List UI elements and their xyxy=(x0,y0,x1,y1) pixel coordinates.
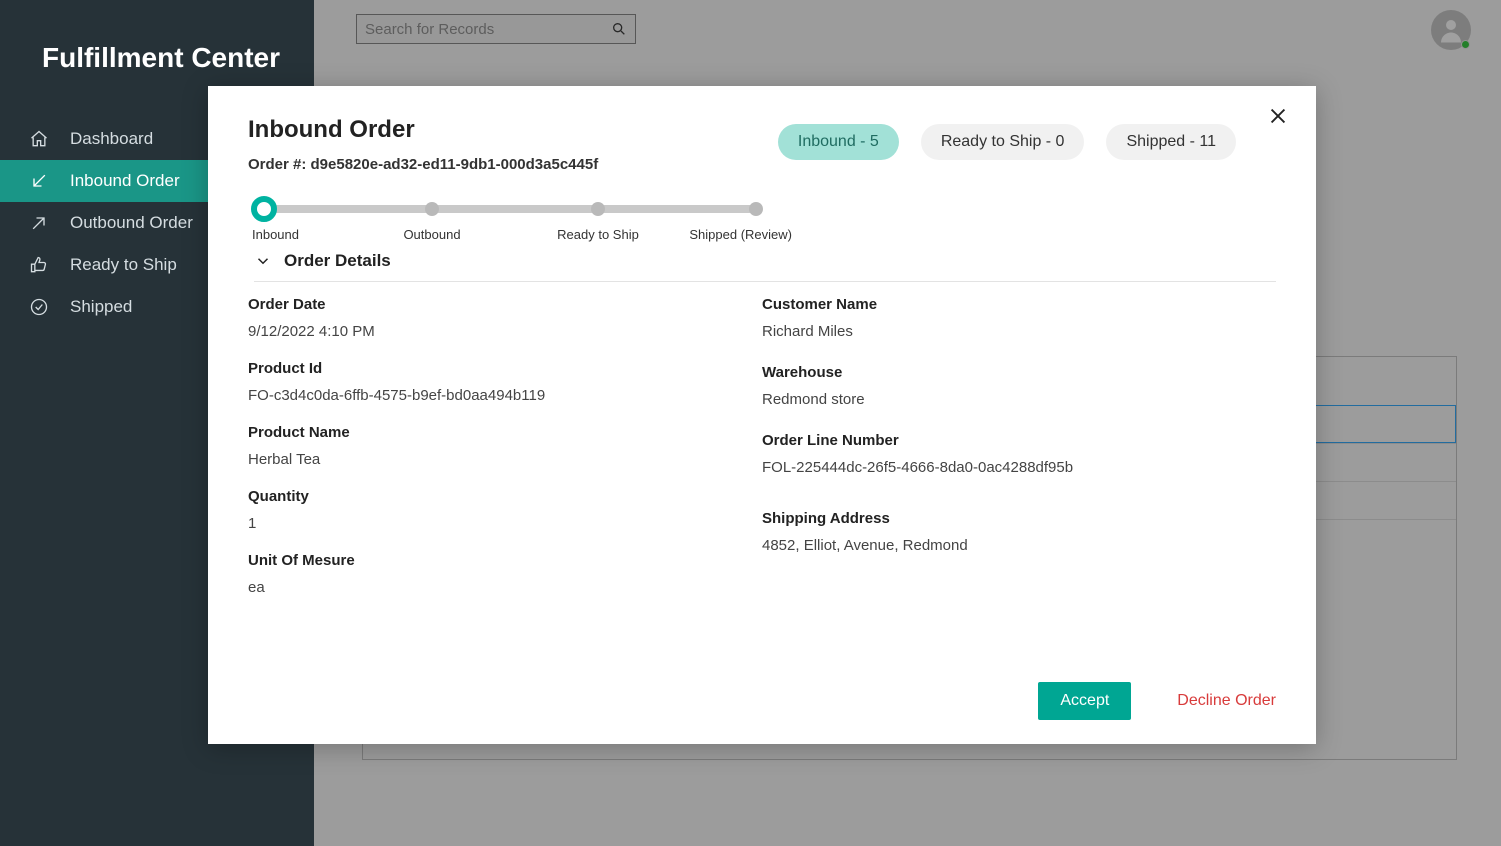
app-title: Fulfillment Center xyxy=(0,0,314,74)
progress-step-shipped xyxy=(749,202,763,216)
field-value: 9/12/2022 4:10 PM xyxy=(248,323,762,340)
details-left-column: Order Date 9/12/2022 4:10 PM Product Id … xyxy=(248,296,762,616)
thumbs-up-icon xyxy=(28,254,50,276)
modal-header: Inbound Order Order #: d9e5820e-ad32-ed1… xyxy=(248,116,1276,173)
inbound-order-modal: Inbound Order Order #: d9e5820e-ad32-ed1… xyxy=(208,86,1316,744)
field-label: Unit Of Mesure xyxy=(248,552,762,569)
sidebar-item-label: Inbound Order xyxy=(70,171,180,191)
section-title: Order Details xyxy=(284,251,391,271)
accept-button[interactable]: Accept xyxy=(1038,682,1131,720)
field-value: FO-c3d4c0da-6ffb-4575-b9ef-bd0aa494b119 xyxy=(248,387,762,404)
field-label: Customer Name xyxy=(762,296,1276,313)
field-value: Richard Miles xyxy=(762,323,1276,340)
sidebar-item-label: Shipped xyxy=(70,297,132,317)
field-warehouse: Warehouse Redmond store xyxy=(762,364,1276,408)
modal-title: Inbound Order xyxy=(248,116,598,144)
arrow-up-right-icon xyxy=(28,212,50,234)
field-order-date: Order Date 9/12/2022 4:10 PM xyxy=(248,296,762,340)
field-product-name: Product Name Herbal Tea xyxy=(248,424,762,468)
field-value: Redmond store xyxy=(762,391,1276,408)
progress-step-ready xyxy=(591,202,605,216)
field-label: Warehouse xyxy=(762,364,1276,381)
chevron-down-icon xyxy=(254,252,272,270)
status-pills: Inbound - 5 Ready to Ship - 0 Shipped - … xyxy=(778,124,1236,160)
field-label: Product Name xyxy=(248,424,762,441)
pill-inbound[interactable]: Inbound - 5 xyxy=(778,124,899,160)
field-customer-name: Customer Name Richard Miles xyxy=(762,296,1276,340)
progress-step-inbound xyxy=(251,196,277,222)
field-product-id: Product Id FO-c3d4c0da-6ffb-4575-b9ef-bd… xyxy=(248,360,762,404)
field-value: ea xyxy=(248,579,762,596)
sidebar-item-label: Ready to Ship xyxy=(70,255,177,275)
progress-step-outbound xyxy=(425,202,439,216)
field-unit-of-measure: Unit Of Mesure ea xyxy=(248,552,762,596)
arrow-down-left-icon xyxy=(28,170,50,192)
sidebar-item-label: Dashboard xyxy=(70,129,153,149)
progress-label: Shipped (Review) xyxy=(689,227,792,242)
field-value: 1 xyxy=(248,515,762,532)
modal-footer: Accept Decline Order xyxy=(1038,682,1276,720)
pill-shipped[interactable]: Shipped - 11 xyxy=(1106,124,1236,160)
field-value: 4852, Elliot, Avenue, Redmond xyxy=(762,537,1276,554)
order-details: Order Date 9/12/2022 4:10 PM Product Id … xyxy=(248,296,1276,616)
decline-order-button[interactable]: Decline Order xyxy=(1177,692,1276,710)
field-shipping-address: Shipping Address 4852, Elliot, Avenue, R… xyxy=(762,510,1276,554)
field-label: Order Date xyxy=(248,296,762,313)
home-icon xyxy=(28,128,50,150)
check-circle-icon xyxy=(28,296,50,318)
field-label: Product Id xyxy=(248,360,762,377)
details-right-column: Customer Name Richard Miles Warehouse Re… xyxy=(762,296,1276,616)
field-quantity: Quantity 1 xyxy=(248,488,762,532)
progress-label: Ready to Ship xyxy=(557,227,639,242)
order-number: Order #: d9e5820e-ad32-ed11-9db1-000d3a5… xyxy=(248,156,598,173)
pill-ready-to-ship[interactable]: Ready to Ship - 0 xyxy=(921,124,1085,160)
order-details-toggle[interactable]: Order Details xyxy=(254,251,1276,282)
field-label: Quantity xyxy=(248,488,762,505)
field-order-line-number: Order Line Number FOL-225444dc-26f5-4666… xyxy=(762,432,1276,476)
close-button[interactable] xyxy=(1264,102,1292,130)
field-label: Shipping Address xyxy=(762,510,1276,527)
progress-tracker: Inbound Outbound Ready to Ship Shipped (… xyxy=(252,195,772,245)
sidebar-item-label: Outbound Order xyxy=(70,213,193,233)
progress-label: Outbound xyxy=(403,227,460,242)
field-label: Order Line Number xyxy=(762,432,1276,449)
field-value: FOL-225444dc-26f5-4666-8da0-0ac4288df95b xyxy=(762,459,1276,476)
progress-label: Inbound xyxy=(252,227,299,242)
field-value: Herbal Tea xyxy=(248,451,762,468)
